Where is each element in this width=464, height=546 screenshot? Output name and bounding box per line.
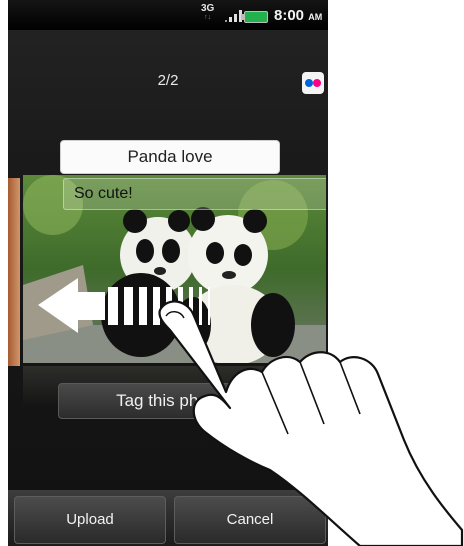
previous-photo-edge[interactable] (8, 178, 20, 366)
phone-screen: 3G ↑↓ 8:00 AM 2/2 Panda love So cute! Ta… (8, 0, 328, 546)
network-indicator: 3G ↑↓ (201, 4, 214, 22)
caption-text: So cute! (74, 185, 133, 202)
photo-title-field[interactable]: Panda love (60, 140, 280, 174)
photo-counter: 2/2 (157, 72, 179, 89)
flickr-blue-dot (305, 79, 313, 87)
battery-icon (241, 11, 268, 23)
upload-button[interactable]: Upload (14, 496, 166, 544)
panda-photo[interactable]: So cute! (23, 175, 326, 363)
clock-time: 8:00 (274, 7, 305, 24)
flickr-icon[interactable] (302, 72, 324, 94)
tag-photo-button[interactable]: Tag this photo (58, 383, 280, 419)
status-bar: 3G ↑↓ 8:00 AM (8, 0, 328, 30)
flickr-pink-dot (313, 79, 321, 87)
data-arrows-icon: ↑↓ (204, 14, 212, 21)
clock-ampm: AM (308, 12, 323, 22)
photo-caption[interactable]: So cute! (63, 178, 326, 210)
bottom-action-bar: Upload Cancel (8, 490, 328, 546)
clock: 8:00 AM (274, 7, 322, 24)
cancel-button[interactable]: Cancel (174, 496, 326, 544)
